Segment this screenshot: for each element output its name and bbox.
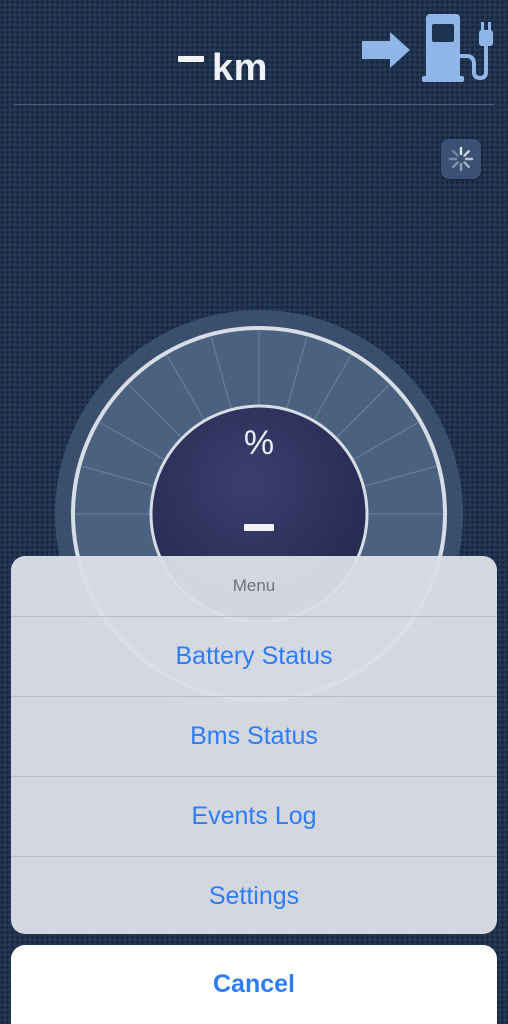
range-readout: km	[178, 38, 268, 98]
cancel-button[interactable]: Cancel	[11, 945, 497, 1024]
header-divider	[14, 104, 494, 105]
menu-title: Menu	[11, 556, 497, 617]
gauge-tick-marks	[75, 330, 443, 515]
gauge-value-dash-icon	[244, 524, 274, 531]
loading-spinner-icon	[448, 146, 474, 172]
refresh-button[interactable]	[441, 139, 481, 179]
range-unit: km	[212, 47, 268, 89]
menu-item-settings[interactable]: Settings	[11, 857, 497, 934]
menu-item-battery-status[interactable]: Battery Status	[11, 617, 497, 697]
menu-item-events-log[interactable]: Events Log	[11, 777, 497, 857]
range-value-dash-icon	[178, 56, 204, 62]
charging-station-icon[interactable]	[360, 12, 494, 84]
action-sheet-menu: Menu Battery Status Bms Status Events Lo…	[11, 556, 497, 934]
menu-item-bms-status[interactable]: Bms Status	[11, 697, 497, 777]
app-screen: km % Menu Battery Status Bms Status Even…	[0, 0, 508, 1024]
gauge-unit-label: %	[243, 424, 275, 462]
arrow-right-icon	[362, 32, 410, 68]
